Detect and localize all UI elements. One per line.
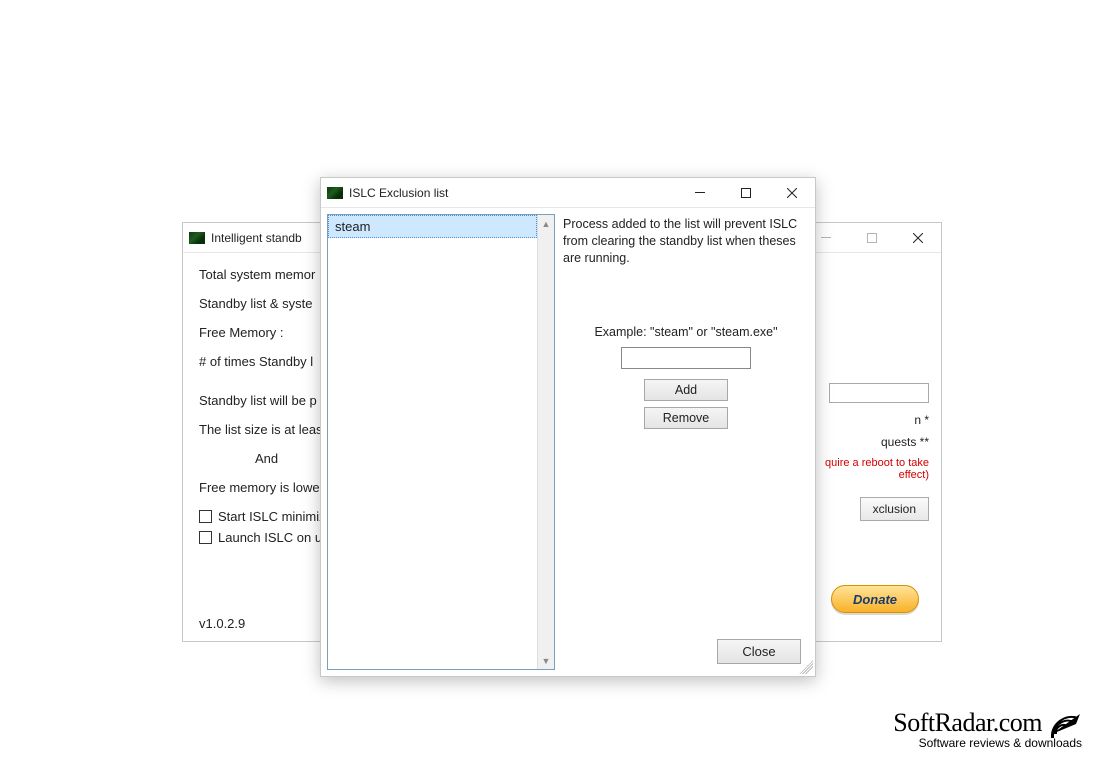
exclusion-description: Process added to the list will prevent I… [563, 216, 809, 267]
exclusion-window: ISLC Exclusion list steam ▲ ▼ Process ad… [320, 177, 816, 677]
checkbox-start-minimized-label: Start ISLC minimiz [218, 509, 326, 524]
side-quests: quests ** [799, 435, 929, 449]
watermark: SoftRadar.com Software reviews & downloa… [893, 708, 1082, 750]
donate-label: Donate [853, 592, 897, 607]
radar-icon [1048, 708, 1082, 738]
exclusion-body: steam ▲ ▼ Process added to the list will… [321, 208, 815, 676]
exclusion-listbox[interactable]: steam ▲ ▼ [327, 214, 555, 670]
app-icon [327, 187, 343, 199]
watermark-tagline: Software reviews & downloads [893, 736, 1082, 750]
close-button[interactable] [895, 223, 941, 253]
exclusion-right-panel: Process added to the list will prevent I… [563, 214, 809, 670]
main-window-title: Intelligent standb [211, 231, 302, 245]
example-label: Example: "steam" or "steam.exe" [563, 325, 809, 339]
side-reboot-note: quire a reboot to take effect) [799, 457, 929, 481]
add-button[interactable]: Add [644, 379, 728, 401]
version-label: v1.0.2.9 [199, 616, 245, 631]
exclusion-window-title: ISLC Exclusion list [349, 186, 448, 200]
maximize-button[interactable] [723, 178, 769, 208]
donate-button[interactable]: Donate [831, 585, 919, 613]
close-button[interactable] [769, 178, 815, 208]
resize-grip-icon[interactable] [799, 660, 813, 674]
exclusion-titlebar: ISLC Exclusion list [321, 178, 815, 208]
scroll-down-icon[interactable]: ▼ [538, 652, 554, 669]
side-input-stub[interactable] [829, 383, 929, 403]
exclusion-button-stub[interactable]: xclusion [860, 497, 929, 521]
side-fragments: n * quests ** quire a reboot to take eff… [799, 383, 929, 521]
checkbox-icon [199, 531, 212, 544]
close-dialog-button[interactable]: Close [717, 639, 801, 664]
app-icon [189, 232, 205, 244]
remove-button[interactable]: Remove [644, 407, 728, 429]
list-item[interactable]: steam [328, 215, 537, 238]
checkbox-launch-on-label: Launch ISLC on u [218, 530, 322, 545]
scrollbar[interactable]: ▲ ▼ [537, 215, 554, 669]
side-n-star: n * [799, 413, 929, 427]
process-name-input[interactable] [621, 347, 751, 369]
watermark-brand-text: SoftRadar.com [893, 708, 1042, 738]
maximize-button[interactable] [849, 223, 895, 253]
watermark-brand: SoftRadar.com [893, 708, 1082, 738]
minimize-button[interactable] [677, 178, 723, 208]
scroll-up-icon[interactable]: ▲ [538, 215, 554, 232]
checkbox-icon [199, 510, 212, 523]
